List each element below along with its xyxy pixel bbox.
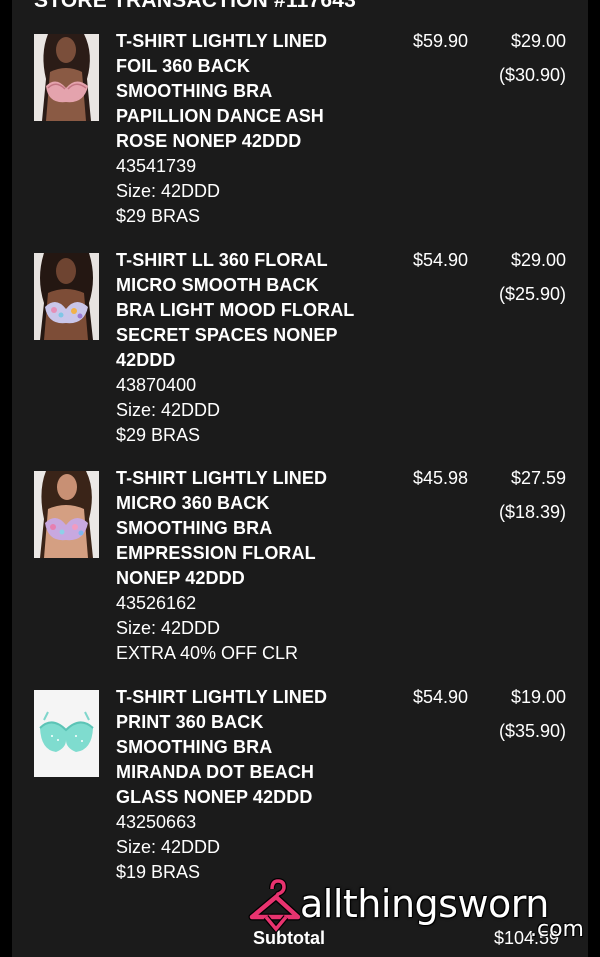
product-name-line: T-SHIRT LIGHTLY LINED xyxy=(116,468,328,488)
product-name-line: 42DDD xyxy=(116,350,176,370)
product-name-line: SMOOTHING BRA xyxy=(116,81,273,101)
product-name: T-SHIRT LIGHTLY LINED PRINT 360 BACK SMO… xyxy=(116,685,386,810)
product-name-line: PRINT 360 BACK xyxy=(116,712,264,732)
item-details: T-SHIRT LIGHTLY LINED PRINT 360 BACK SMO… xyxy=(116,685,386,885)
product-name-line: MICRO 360 BACK xyxy=(116,493,270,513)
product-name-line: SMOOTHING BRA xyxy=(116,737,273,757)
product-size: Size: 42DDD xyxy=(116,400,221,420)
product-name-line: T-SHIRT LL 360 FLORAL xyxy=(116,250,328,270)
product-name-line: EMPRESSION FLORAL xyxy=(116,543,316,563)
product-name-line: MIRANDA DOT BEACH xyxy=(116,762,315,782)
original-price: $54.90 xyxy=(413,687,469,707)
original-price: $54.90 xyxy=(413,250,469,270)
promo-label: $29 BRAS xyxy=(116,425,201,445)
subtotal-value: $104.59 xyxy=(494,928,560,948)
item-details: T-SHIRT LL 360 FLORAL MICRO SMOOTH BACK … xyxy=(116,248,386,448)
product-name-line: T-SHIRT LIGHTLY LINED xyxy=(116,687,328,707)
product-size: Size: 42DDD xyxy=(116,181,221,201)
subtotal-label: Subtotal xyxy=(253,928,325,948)
product-size: Size: 42DDD xyxy=(116,837,221,857)
product-name: T-SHIRT LIGHTLY LINED MICRO 360 BACK SMO… xyxy=(116,466,386,591)
sale-price: $29.00 xyxy=(510,250,566,270)
product-sku: 43250663 xyxy=(116,812,197,832)
product-name-line: PAPILLION DANCE ASH xyxy=(116,106,324,126)
sale-price: $19.00 xyxy=(510,687,566,707)
product-sku: 43526162 xyxy=(116,593,197,613)
discount-amount: ($25.90) xyxy=(498,284,566,304)
discount-amount: ($18.39) xyxy=(498,502,566,522)
product-name-line: FOIL 360 BACK xyxy=(116,56,250,76)
product-name-line: BRA LIGHT MOOD FLORAL xyxy=(116,300,355,320)
product-name: T-SHIRT LIGHTLY LINED FOIL 360 BACK SMOO… xyxy=(116,29,386,154)
product-name-line: MICRO SMOOTH BACK xyxy=(116,275,319,295)
promo-label: EXTRA 40% OFF CLR xyxy=(116,643,299,663)
discount-amount: ($35.90) xyxy=(498,721,566,741)
promo-label: $29 BRAS xyxy=(116,206,201,226)
product-name-line: SECRET SPACES NONEP xyxy=(116,325,338,345)
original-price: $59.90 xyxy=(413,31,469,51)
product-name-line: NONEP 42DDD xyxy=(116,568,245,588)
sale-price: $29.00 xyxy=(510,31,566,51)
product-name: T-SHIRT LL 360 FLORAL MICRO SMOOTH BACK … xyxy=(116,248,386,373)
sale-price: $27.59 xyxy=(510,468,566,488)
product-image-purple-floral-bra xyxy=(34,471,99,558)
discount-amount: ($30.90) xyxy=(498,65,566,85)
product-sku: 43870400 xyxy=(116,375,197,395)
product-image-aqua-bra xyxy=(34,690,99,777)
transaction-title: STORE TRANSACTION #117643 xyxy=(34,0,357,12)
item-details: T-SHIRT LIGHTLY LINED MICRO 360 BACK SMO… xyxy=(116,466,386,666)
promo-label: $19 BRAS xyxy=(116,862,201,882)
product-name-line: T-SHIRT LIGHTLY LINED xyxy=(116,31,328,51)
product-name-line: SMOOTHING BRA xyxy=(116,518,273,538)
original-price: $45.98 xyxy=(413,468,469,488)
product-sku: 43541739 xyxy=(116,156,197,176)
product-size: Size: 42DDD xyxy=(116,618,221,638)
item-details: T-SHIRT LIGHTLY LINED FOIL 360 BACK SMOO… xyxy=(116,29,386,229)
product-image-floral-bra xyxy=(34,253,99,340)
product-name-line: ROSE NONEP 42DDD xyxy=(116,131,302,151)
product-image-pink-bra xyxy=(34,34,99,121)
product-name-line: GLASS NONEP 42DDD xyxy=(116,787,313,807)
